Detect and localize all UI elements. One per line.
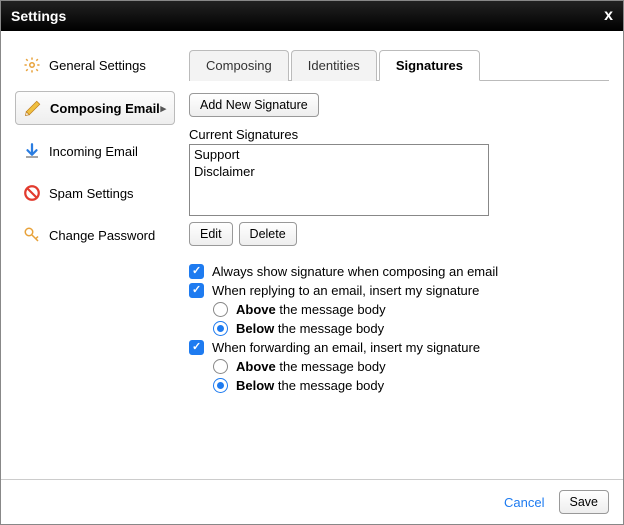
save-button[interactable]: Save [559,490,610,514]
cancel-button[interactable]: Cancel [504,495,544,510]
tab-content: Add New Signature Current Signatures Sup… [189,81,609,467]
add-signature-button[interactable]: Add New Signature [189,93,319,117]
reply-below-radio[interactable] [213,321,228,336]
sidebar-item-label: Incoming Email [49,144,138,159]
reply-insert-label: When replying to an email, insert my sig… [212,283,479,298]
reply-insert-checkbox[interactable] [189,283,204,298]
forward-insert-label: When forwarding an email, insert my sign… [212,340,480,355]
tabs: Composing Identities Signatures [189,49,609,81]
always-show-label: Always show signature when composing an … [212,264,498,279]
current-signatures-label: Current Signatures [189,127,609,142]
gear-icon [23,56,41,74]
sidebar-item-spam-settings[interactable]: Spam Settings [15,177,175,209]
signature-list[interactable]: Support Disclaimer [189,144,489,216]
signature-list-item[interactable]: Support [194,147,484,164]
window-body: General Settings Composing Email Incomin… [1,31,623,479]
tab-signatures[interactable]: Signatures [379,50,480,81]
forward-insert-checkbox[interactable] [189,340,204,355]
always-show-checkbox[interactable] [189,264,204,279]
footer: Cancel Save [1,479,623,524]
forward-below-radio[interactable] [213,378,228,393]
forward-below-label: Below the message body [236,378,384,393]
forward-above-radio[interactable] [213,359,228,374]
sidebar-item-composing-email[interactable]: Composing Email [15,91,175,125]
key-icon [23,226,41,244]
sidebar-item-label: General Settings [49,58,146,73]
signature-list-item[interactable]: Disclaimer [194,164,484,181]
sidebar-item-incoming-email[interactable]: Incoming Email [15,135,175,167]
download-icon [23,142,41,160]
compose-icon [24,99,42,117]
delete-button[interactable]: Delete [239,222,297,246]
main-panel: Composing Identities Signatures Add New … [189,49,609,467]
settings-window: Settings x General Settings Composing Em… [0,0,624,525]
sidebar-item-label: Spam Settings [49,186,134,201]
titlebar: Settings x [1,1,623,31]
forward-above-label: Above the message body [236,359,386,374]
close-icon[interactable]: x [604,7,613,25]
sidebar-item-general-settings[interactable]: General Settings [15,49,175,81]
sidebar-item-change-password[interactable]: Change Password [15,219,175,251]
edit-button[interactable]: Edit [189,222,233,246]
tab-composing[interactable]: Composing [189,50,289,81]
sidebar-item-label: Composing Email [50,101,160,116]
signature-options: Always show signature when composing an … [189,264,609,393]
spam-icon [23,184,41,202]
sidebar: General Settings Composing Email Incomin… [15,49,175,467]
reply-above-label: Above the message body [236,302,386,317]
reply-above-radio[interactable] [213,302,228,317]
reply-below-label: Below the message body [236,321,384,336]
window-title: Settings [11,8,66,24]
tab-identities[interactable]: Identities [291,50,377,81]
sidebar-item-label: Change Password [49,228,155,243]
